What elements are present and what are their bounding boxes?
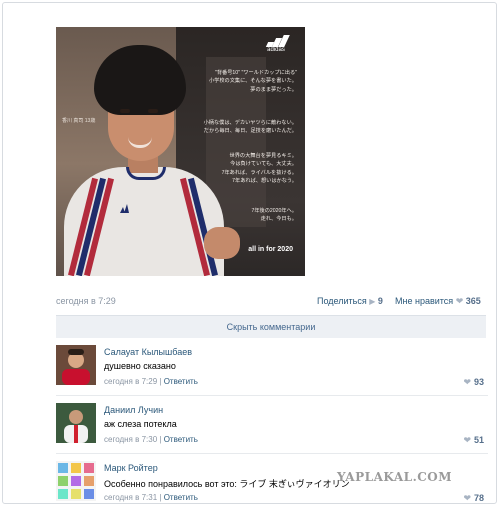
adidas-logo-icon: adidas xyxy=(261,35,291,57)
like-count: 365 xyxy=(465,296,481,306)
comment-meta: сегодня в 7:31 | Ответить xyxy=(104,493,198,502)
avatar[interactable] xyxy=(56,403,96,443)
comment-like-count: 93 xyxy=(473,377,484,387)
comment-text: Особенно понравилось вот это: ライブ 末ぎぃヴァイ… xyxy=(104,479,350,489)
photo-text-block-2: 小柄な僕は、デカいヤツらに敵わない。 だから毎日、毎日、足技を磨いたんだ。 xyxy=(197,119,297,136)
avatar[interactable] xyxy=(56,345,96,385)
comment-like-count: 78 xyxy=(473,493,484,503)
adidas-logo-text: adidas xyxy=(267,47,285,53)
comment-like-count: 51 xyxy=(473,435,484,445)
megaphone-icon: ▶ xyxy=(369,297,376,306)
comment-author[interactable]: Марк Ройтер xyxy=(104,463,158,473)
like-button[interactable]: Мне нравится ❤ 365 xyxy=(395,296,481,307)
reply-button[interactable]: Ответить xyxy=(164,493,198,502)
photo-left-caption: 香川 真司 13歳 xyxy=(62,118,96,124)
watermark: YAPLAKAL.COM xyxy=(337,470,453,484)
adidas-shirt-logo-icon xyxy=(120,204,129,213)
comment-meta: сегодня в 7:30 | Ответить xyxy=(104,435,198,444)
photo-text-line: 世界の大舞台を夢見るキミ。 xyxy=(229,153,297,159)
photo-text-line: 小柄な僕は、デカいヤツらに敵わない。 xyxy=(203,120,297,126)
comment-like-button[interactable]: ❤ 51 xyxy=(463,435,484,446)
comment-date[interactable]: сегодня в 7:31 xyxy=(104,493,157,502)
photo-text-line: 小学校の文集に、そんな夢を書いた。 xyxy=(208,78,297,85)
heart-icon: ❤ xyxy=(463,493,471,503)
photo-text-line: 7年あれば、想いはかなう。 xyxy=(232,178,297,185)
share-button[interactable]: Поделиться ▶ 9 xyxy=(317,296,383,306)
like-label: Мне нравится xyxy=(395,296,454,306)
photo-text-line: 夢のまま夢だった。 xyxy=(250,86,297,93)
photo-text-line: 今は負けていても、大丈夫。 xyxy=(230,161,297,168)
comment-text: душевно сказано xyxy=(104,361,176,371)
photo-text-line: "背番号10" "ワールドカップに出る" xyxy=(214,70,297,76)
boy-hand xyxy=(204,227,240,259)
comment-author[interactable]: Даниил Лучин xyxy=(104,405,163,415)
comment-item: Даниил Лучин аж слеза потекла сегодня в … xyxy=(56,403,488,454)
boy-eye xyxy=(148,109,158,113)
heart-icon: ❤ xyxy=(455,296,464,306)
comment-text: аж слеза потекла xyxy=(104,419,177,429)
comment-date[interactable]: сегодня в 7:30 xyxy=(104,435,157,444)
share-label: Поделиться xyxy=(317,296,367,306)
reply-button[interactable]: Ответить xyxy=(164,435,198,444)
comment-meta: сегодня в 7:29 | Ответить xyxy=(104,377,198,386)
comment-author[interactable]: Салауат Кылышбаев xyxy=(104,347,192,357)
heart-icon: ❤ xyxy=(463,377,471,387)
comment-date[interactable]: сегодня в 7:29 xyxy=(104,377,157,386)
photo-text-line: 7年後の2020年へ。 xyxy=(251,208,297,214)
comment-like-button[interactable]: ❤ 93 xyxy=(463,377,484,388)
photo-text-block-3: 世界の大舞台を夢見るキミ。 今は負けていても、大丈夫。 7年あれば、ライバルを抜… xyxy=(197,152,297,186)
boy-eye xyxy=(120,109,130,113)
photo-text-block-1: "背番号10" "ワールドカップに出る" 小学校の文集に、そんな夢を書いた。 夢… xyxy=(197,69,297,94)
reply-button[interactable]: Ответить xyxy=(164,377,198,386)
photo-text-line: 7年あれば、ライバルを抜ける。 xyxy=(221,169,297,176)
post-photo[interactable]: adidas 香川 真司 13歳 "背番号10" "ワールドカップに出る" 小学… xyxy=(56,27,305,276)
heart-icon: ❤ xyxy=(463,435,471,445)
avatar[interactable] xyxy=(56,461,96,501)
comment-item: Салауат Кылышбаев душевно сказано сегодн… xyxy=(56,345,488,396)
photo-text-block-4: 7年後の2020年へ。 走れ、今日も。 xyxy=(197,207,297,224)
share-count: 9 xyxy=(377,296,383,306)
photo-slogan: all in for 2020 xyxy=(248,246,293,253)
post-date[interactable]: сегодня в 7:29 xyxy=(56,296,116,306)
comment-like-button[interactable]: ❤ 78 xyxy=(463,493,484,504)
photo-text-line: だから毎日、毎日、足技を磨いたんだ。 xyxy=(203,128,297,135)
photo-text-line: 走れ、今日も。 xyxy=(260,216,297,223)
hide-comments-button[interactable]: Скрыть комментарии xyxy=(56,315,486,338)
